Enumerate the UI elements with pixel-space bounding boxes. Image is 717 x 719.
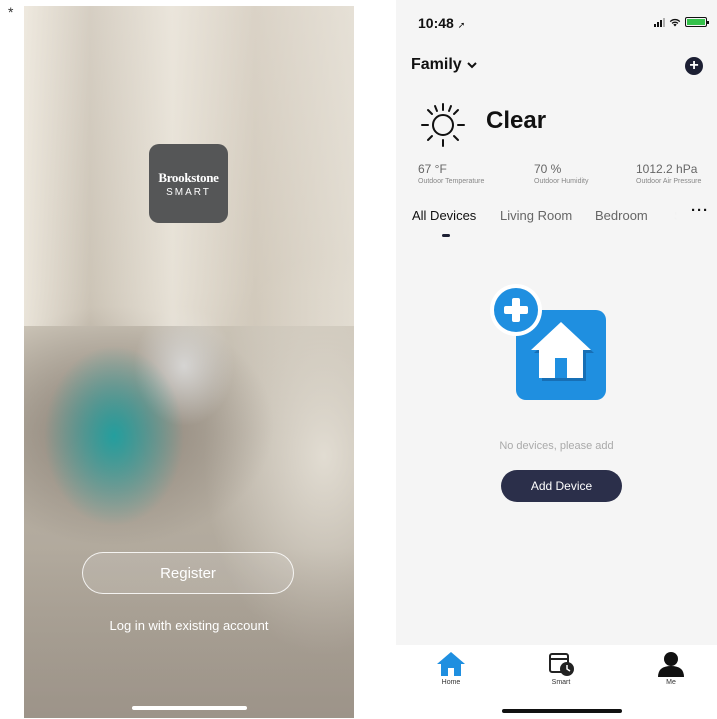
temperature-stat: 67 °F Outdoor Temperature — [418, 162, 484, 185]
app-logo: Brookstone SMART — [149, 144, 228, 223]
wifi-icon — [669, 18, 681, 26]
register-button[interactable]: Register — [82, 552, 294, 594]
humidity-label: Outdoor Humidity — [534, 178, 589, 185]
logo-line-1: Brookstone — [158, 169, 219, 185]
login-existing-account-link[interactable]: Log in with existing account — [24, 618, 354, 633]
nav-me[interactable]: Me — [641, 651, 701, 686]
status-icons — [654, 17, 709, 27]
status-bar: 10:48 ➚ — [396, 0, 717, 40]
signal-icon — [654, 17, 665, 27]
asterisk-marker: * — [8, 4, 14, 20]
status-time: 10:48 ➚ — [418, 15, 465, 31]
battery-icon — [685, 17, 709, 27]
pressure-label: Outdoor Air Pressure — [636, 178, 702, 185]
calendar-clock-icon — [549, 653, 574, 676]
nav-me-label: Me — [666, 679, 676, 686]
home-indicator — [132, 706, 247, 710]
home-selector-label: Family — [411, 56, 462, 73]
empty-state-message: No devices, please add — [499, 440, 614, 452]
nav-smart[interactable]: Smart — [531, 651, 591, 686]
temperature-value: 67 °F — [418, 162, 447, 176]
tab-bedroom[interactable]: Bedroom — [595, 208, 648, 223]
pressure-value: 1012.2 hPa — [636, 162, 698, 176]
add-home-icon — [490, 284, 606, 400]
nav-home-label: Home — [441, 679, 461, 686]
humidity-value: 70 % — [534, 162, 562, 176]
add-device-button[interactable]: Add Device — [501, 470, 622, 502]
weather-condition: Clear — [486, 107, 547, 134]
humidity-stat: 70 % Outdoor Humidity — [534, 162, 588, 185]
home-indicator — [502, 709, 622, 713]
battery-level — [687, 19, 705, 25]
home-selector[interactable]: Family — [411, 56, 477, 74]
screenshot-pair: * Brookstone SMART Register Log in with … — [0, 0, 717, 719]
person-icon — [658, 652, 684, 677]
status-time-text: 10:48 — [418, 15, 454, 31]
bottom-nav: Home Smart Me — [396, 645, 717, 719]
login-screen: Brookstone SMART Register Log in with ex… — [24, 6, 354, 718]
plus-circle-icon[interactable]: + — [685, 57, 703, 75]
nav-smart-label: Smart — [551, 679, 571, 686]
sun-icon — [421, 103, 465, 147]
logo-line-2: SMART — [166, 186, 211, 198]
tab-fade — [660, 208, 688, 228]
active-tab-indicator — [442, 234, 450, 237]
tab-all-devices[interactable]: All Devices — [412, 208, 476, 223]
more-tabs-icon[interactable]: ··· — [691, 202, 709, 219]
room-tabs: All Devices Living Room Bedroom S — [396, 208, 717, 238]
chevron-down-icon — [466, 61, 477, 68]
device-home-screen: 10:48 ➚ Family + Clear 67 °F Outdoor Tem… — [396, 0, 717, 719]
pressure-stat: 1012.2 hPa Outdoor Air Pressure — [636, 162, 701, 185]
house-icon — [437, 652, 465, 676]
tab-living-room[interactable]: Living Room — [500, 208, 572, 223]
nav-home[interactable]: Home — [421, 651, 481, 686]
location-arrow-icon: ➚ — [457, 20, 466, 30]
temperature-label: Outdoor Temperature — [418, 178, 485, 185]
